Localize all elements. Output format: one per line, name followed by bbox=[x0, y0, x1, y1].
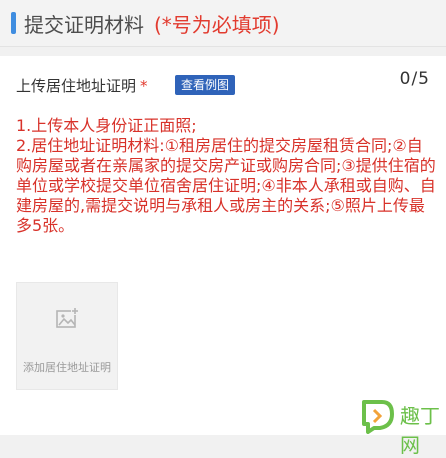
field-label: 上传居住地址证明 * bbox=[16, 75, 148, 96]
instruction-item: 1.上传本人身份证正面照; bbox=[16, 116, 197, 135]
section-header: 提交证明材料 (*号为必填项) bbox=[0, 0, 446, 47]
required-mark: * bbox=[140, 77, 148, 95]
add-proof-upload-tile[interactable]: 添加居住地址证明 bbox=[16, 282, 118, 390]
instruction-item: 2.居住地址证明材料:①租房居住的提交房屋租赁合同;②自购房屋或者在亲属家的提交… bbox=[16, 136, 436, 235]
field-label-text: 上传居住地址证明 bbox=[16, 77, 137, 95]
watermark-logo-icon bbox=[362, 400, 394, 434]
accent-bar bbox=[11, 12, 16, 34]
upload-card: 上传居住地址证明 * 查看例图 0/5 1.上传本人身份证正面照; 2.居住地址证… bbox=[0, 56, 446, 457]
required-hint: (*号为必填项) bbox=[154, 13, 280, 37]
section-title: 提交证明材料 (*号为必填项) bbox=[24, 9, 280, 38]
field-row: 上传居住地址证明 * 查看例图 0/5 bbox=[0, 56, 446, 110]
view-example-button[interactable]: 查看例图 bbox=[175, 75, 236, 95]
watermark-text: 趣丁网 bbox=[400, 404, 440, 457]
section-title-text: 提交证明材料 bbox=[24, 13, 144, 37]
upload-instructions: 1.上传本人身份证正面照; 2.居住地址证明材料:①租房居住的提交房屋租赁合同;… bbox=[16, 116, 436, 236]
add-image-icon bbox=[56, 307, 79, 328]
watermark: 趣丁网 bbox=[360, 398, 444, 457]
upload-label: 添加居住地址证明 bbox=[23, 361, 111, 374]
upload-counter: 0/5 bbox=[399, 69, 430, 89]
